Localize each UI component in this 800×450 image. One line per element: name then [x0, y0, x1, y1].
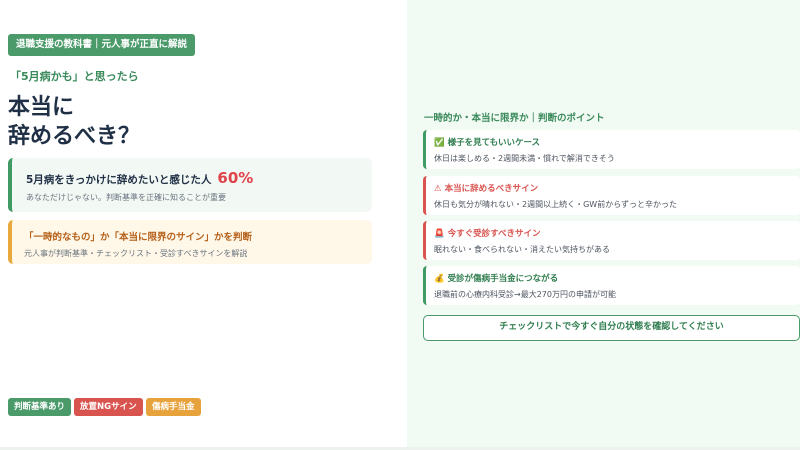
- stat-percent: 60%: [217, 169, 254, 187]
- money-bag-icon: 💰: [434, 274, 445, 284]
- point-card-allowance: 💰 受診が傷病手当金につながる 退職前の心療内科受診→最大270万円の申請が可能: [423, 266, 800, 305]
- stat-card-sub: あなただけじゃない。判断基準を正確に知ることが重要: [26, 193, 226, 202]
- point-card-heading: 💰 受診が傷病手当金につながる: [434, 272, 800, 284]
- point-card-heading: 🚨 今すぐ受診すべきサイン: [434, 227, 800, 239]
- siren-icon: 🚨: [434, 229, 445, 239]
- checklist-cta-button[interactable]: チェックリストで今すぐ自分の状態を確認してください: [423, 315, 800, 341]
- left-panel: 退職支援の教科書｜元人事が正直に解説 「5月病かも」と思ったら 本当に 辞めるべ…: [0, 0, 407, 450]
- point-card-desc: 眠れない・食べられない・消えたい気持ちがある: [434, 245, 610, 254]
- point-card-consult: 🚨 今すぐ受診すべきサイン 眠れない・食べられない・消えたい気持ちがある: [423, 221, 800, 260]
- site-tag: 退職支援の教科書｜元人事が正直に解説: [8, 34, 196, 56]
- warning-icon: ⚠: [434, 184, 442, 194]
- point-card-heading: ⚠ 本当に辞めるべきサイン: [434, 182, 800, 194]
- badge-sickness-allowance: 傷病手当金: [146, 398, 201, 416]
- stat-card-label: 5月病をきっかけに辞めたいと感じた人: [26, 174, 212, 186]
- point-card-quit: ⚠ 本当に辞めるべきサイン 休日も気分が晴れない・2週間以上続く・GW前からずっ…: [423, 176, 800, 215]
- headline-line-2: 辞めるべき？: [8, 124, 141, 149]
- stat-card-title: 5月病をきっかけに辞めたいと感じた人 60%: [26, 169, 372, 187]
- points-title: 一時的か・本当に限界か｜判断のポイント: [424, 113, 605, 124]
- stat-card: 5月病をきっかけに辞めたいと感じた人 60% あなただけじゃない。判断基準を正確に…: [8, 158, 372, 212]
- point-card-desc: 休日も気分が晴れない・2週間以上続く・GW前からずっと辛かった: [434, 200, 678, 209]
- judgement-card-title: 「一時的なもの」か「本当に限界のサイン」かを判断: [24, 232, 253, 243]
- point-card-heading: ✅ 様子を見てもいいケース: [434, 136, 800, 148]
- badge-criteria: 判断基準あり: [8, 398, 72, 416]
- point-card-heading-text: 様子を見てもいいケース: [447, 138, 541, 148]
- check-icon: ✅: [434, 138, 445, 148]
- point-card-desc: 休日は楽しめる・2週間未満・慣れで解消できそう: [434, 154, 615, 163]
- judgement-card-sub: 元人事が判断基準・チェックリスト・受診すべきサインを解説: [24, 249, 248, 258]
- lead-text: 「5月病かも」と思ったら: [10, 70, 139, 83]
- point-card-desc: 退職前の心療内科受診→最大270万円の申請が可能: [434, 290, 616, 299]
- headline-line-1: 本当に: [8, 95, 75, 120]
- headline: 本当に 辞めるべき？: [8, 93, 140, 151]
- point-card-heading-text: 受診が傷病手当金につながる: [447, 274, 559, 284]
- point-card-wait: ✅ 様子を見てもいいケース 休日は楽しめる・2週間未満・慣れで解消できそう: [423, 130, 800, 169]
- badge-ng-sign: 放置NGサイン: [74, 398, 143, 416]
- point-card-heading-text: 本当に辞めるべきサイン: [444, 184, 539, 194]
- point-card-heading-text: 今すぐ受診すべきサイン: [447, 229, 541, 239]
- judgement-card: 「一時的なもの」か「本当に限界のサイン」かを判断 元人事が判断基準・チェックリス…: [8, 220, 372, 264]
